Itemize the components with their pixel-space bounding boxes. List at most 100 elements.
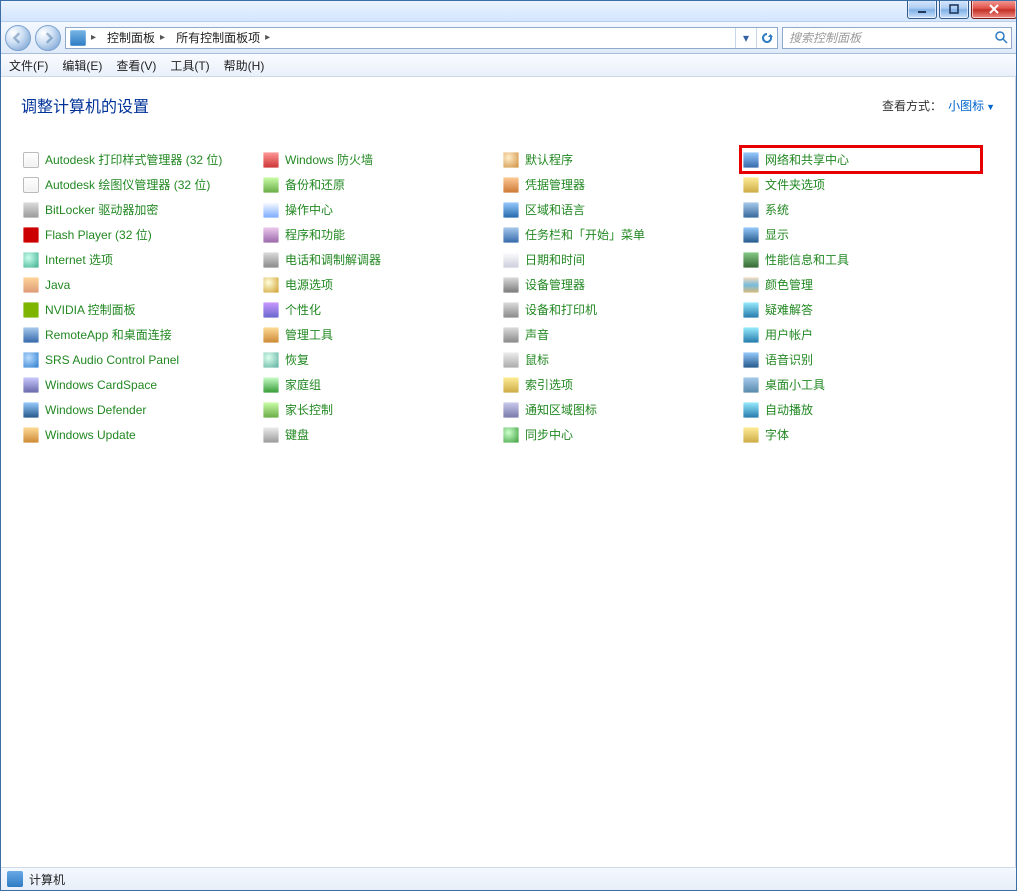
control-panel-item[interactable]: 系统 [741, 197, 981, 222]
ic-file-icon [23, 177, 39, 193]
ic-cred-icon [503, 177, 519, 193]
control-panel-item[interactable]: NVIDIA 控制面板 [21, 297, 261, 322]
control-panel-item[interactable]: 家庭组 [261, 372, 501, 397]
search-input[interactable]: 搜索控制面板 [782, 27, 1012, 49]
item-label: 日期和时间 [525, 251, 585, 268]
control-panel-item[interactable]: 恢复 [261, 347, 501, 372]
breadcrumb-segment[interactable]: 所有控制面板项 ▸ [172, 28, 277, 48]
ic-update-icon [23, 427, 39, 443]
control-panel-icon [70, 30, 86, 46]
control-panel-item[interactable]: 电源选项 [261, 272, 501, 297]
control-panel-item[interactable]: 程序和功能 [261, 222, 501, 247]
control-panel-item[interactable]: 颜色管理 [741, 272, 981, 297]
item-label: 区域和语言 [525, 201, 585, 218]
ic-admin-icon [263, 327, 279, 343]
item-label: Flash Player (32 位) [45, 226, 152, 243]
item-label: NVIDIA 控制面板 [45, 301, 136, 318]
address-bar[interactable]: ▸ 控制面板 ▸ 所有控制面板项 ▸ ▾ [65, 27, 778, 49]
control-panel-item[interactable]: RemoteApp 和桌面连接 [21, 322, 261, 347]
item-label: 任务栏和「开始」菜单 [525, 226, 645, 243]
address-dropdown[interactable]: ▾ [735, 28, 756, 48]
control-panel-item[interactable]: 凭据管理器 [501, 172, 741, 197]
ic-folderopt-icon [743, 177, 759, 193]
control-panel-item[interactable]: 通知区域图标 [501, 397, 741, 422]
item-label: 桌面小工具 [765, 376, 825, 393]
control-panel-item[interactable]: 设备管理器 [501, 272, 741, 297]
control-panel-item[interactable]: 同步中心 [501, 422, 741, 447]
chevron-right-icon: ▸ [157, 32, 168, 43]
control-panel-item[interactable]: 自动播放 [741, 397, 981, 422]
control-panel-item[interactable]: 设备和打印机 [501, 297, 741, 322]
control-panel-item[interactable]: Internet 选项 [21, 247, 261, 272]
control-panel-item[interactable]: 语音识别 [741, 347, 981, 372]
control-panel-item[interactable]: 家长控制 [261, 397, 501, 422]
control-panel-item[interactable]: 网络和共享中心 [741, 147, 981, 172]
item-label: SRS Audio Control Panel [45, 353, 179, 367]
control-panel-item[interactable]: 索引选项 [501, 372, 741, 397]
control-panel-item[interactable]: 个性化 [261, 297, 501, 322]
item-label: 电话和调制解调器 [285, 251, 381, 268]
close-button[interactable] [971, 0, 1017, 19]
view-by-dropdown[interactable]: 小图标▼ [948, 97, 995, 114]
item-label: 字体 [765, 426, 789, 443]
ic-speech-icon [743, 352, 759, 368]
control-panel-item[interactable]: SRS Audio Control Panel [21, 347, 261, 372]
ic-bitlocker-icon [23, 202, 39, 218]
control-panel-item[interactable]: 显示 [741, 222, 981, 247]
menu-tools[interactable]: 工具(T) [170, 57, 209, 74]
refresh-button[interactable] [756, 28, 777, 48]
back-button[interactable] [5, 25, 31, 51]
item-label: 设备和打印机 [525, 301, 597, 318]
control-panel-item[interactable]: 默认程序 [501, 147, 741, 172]
menu-view[interactable]: 查看(V) [116, 57, 156, 74]
ic-shield-icon [263, 152, 279, 168]
control-panel-item[interactable]: Autodesk 绘图仪管理器 (32 位) [21, 172, 261, 197]
control-panel-item[interactable]: Flash Player (32 位) [21, 222, 261, 247]
control-panel-item[interactable]: 性能信息和工具 [741, 247, 981, 272]
control-panel-item[interactable]: 用户帐户 [741, 322, 981, 347]
item-label: 通知区域图标 [525, 401, 597, 418]
control-panel-item[interactable]: BitLocker 驱动器加密 [21, 197, 261, 222]
control-panel-item[interactable]: Windows Update [21, 422, 261, 447]
control-panel-item[interactable]: Java [21, 272, 261, 297]
control-panel-item[interactable]: 管理工具 [261, 322, 501, 347]
control-panel-item[interactable]: 文件夹选项 [741, 172, 981, 197]
control-panel-item[interactable]: Windows CardSpace [21, 372, 261, 397]
control-panel-item[interactable]: 电话和调制解调器 [261, 247, 501, 272]
breadcrumb-root[interactable]: ▸ [66, 28, 103, 48]
control-panel-item[interactable]: 日期和时间 [501, 247, 741, 272]
control-panel-item[interactable]: 鼠标 [501, 347, 741, 372]
maximize-button[interactable] [939, 0, 969, 19]
ic-java-icon [23, 277, 39, 293]
control-panel-item[interactable]: 键盘 [261, 422, 501, 447]
control-panel-item[interactable]: 区域和语言 [501, 197, 741, 222]
forward-button[interactable] [35, 25, 61, 51]
minimize-button[interactable] [907, 0, 937, 19]
control-panel-item[interactable]: Windows Defender [21, 397, 261, 422]
ic-defender-icon [23, 402, 39, 418]
control-panel-item[interactable]: 桌面小工具 [741, 372, 981, 397]
item-label: Windows 防火墙 [285, 151, 373, 168]
view-by-label: 查看方式： [882, 97, 942, 114]
item-label: RemoteApp 和桌面连接 [45, 326, 172, 343]
control-panel-item[interactable]: 备份和还原 [261, 172, 501, 197]
control-panel-item[interactable]: 字体 [741, 422, 981, 447]
item-label: 凭据管理器 [525, 176, 585, 193]
menu-file[interactable]: 文件(F) [9, 57, 48, 74]
control-panel-item[interactable]: 疑难解答 [741, 297, 981, 322]
control-panel-item[interactable]: 操作中心 [261, 197, 501, 222]
menu-edit[interactable]: 编辑(E) [62, 57, 102, 74]
ic-region-icon [503, 202, 519, 218]
breadcrumb-segment[interactable]: 控制面板 ▸ [103, 28, 172, 48]
control-panel-item[interactable]: 任务栏和「开始」菜单 [501, 222, 741, 247]
breadcrumb-label: 控制面板 [107, 29, 155, 46]
ic-sync-icon [503, 427, 519, 443]
control-panel-item[interactable]: Autodesk 打印样式管理器 (32 位) [21, 147, 261, 172]
ic-personal-icon [263, 302, 279, 318]
item-label: 个性化 [285, 301, 321, 318]
control-panel-item[interactable]: 声音 [501, 322, 741, 347]
breadcrumb-label: 所有控制面板项 [176, 29, 260, 46]
control-panel-item[interactable]: Windows 防火墙 [261, 147, 501, 172]
ic-phone-icon [263, 252, 279, 268]
menu-help[interactable]: 帮助(H) [224, 57, 265, 74]
